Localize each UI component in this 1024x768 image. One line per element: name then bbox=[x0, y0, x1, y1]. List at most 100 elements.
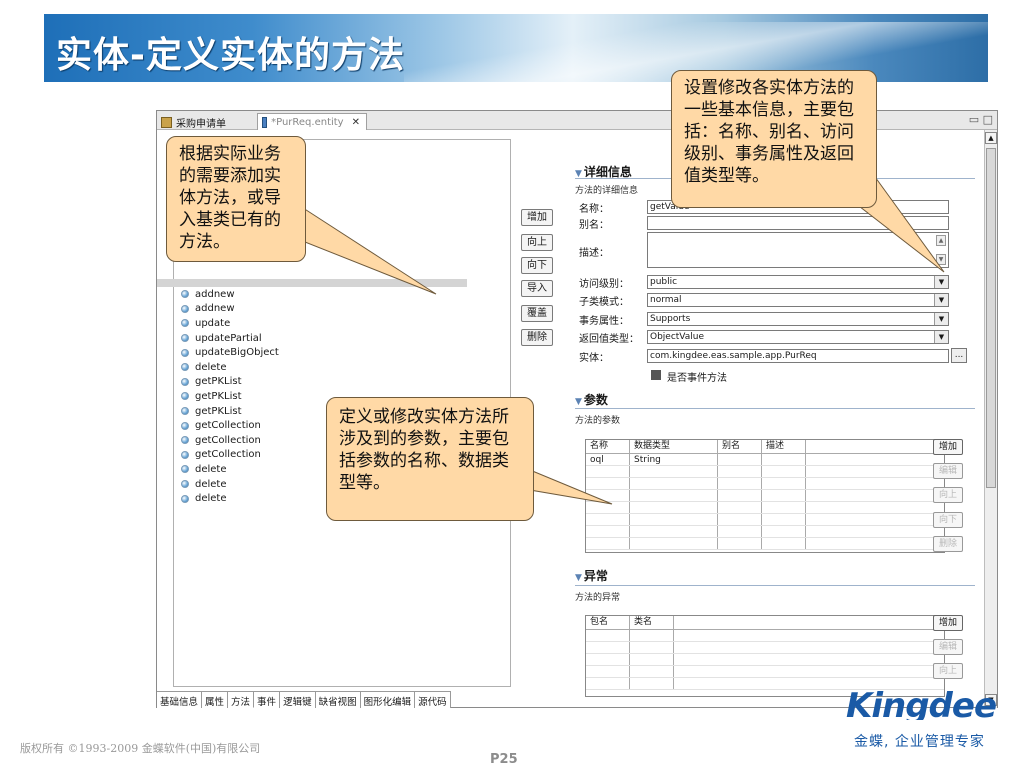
transaction-select[interactable]: Supports ▼ bbox=[647, 312, 949, 326]
tab-events[interactable]: 事件 bbox=[254, 692, 281, 708]
event-method-checkbox[interactable] bbox=[651, 370, 661, 380]
collapse-icon[interactable]: ▼ bbox=[575, 573, 582, 583]
tab-purchase-request[interactable]: 采购申请单 bbox=[157, 113, 252, 130]
scroll-up-icon[interactable]: ▲ bbox=[936, 235, 946, 246]
edit-exception-button[interactable]: 编辑 bbox=[933, 639, 963, 655]
subclass-select[interactable]: normal ▼ bbox=[647, 293, 949, 307]
method-icon bbox=[181, 363, 189, 372]
entity-label: 实体： bbox=[579, 353, 609, 364]
table-row[interactable]: oql String bbox=[586, 454, 944, 466]
exceptions-section-title[interactable]: ▼ 异常 bbox=[575, 567, 608, 584]
folder-icon bbox=[161, 116, 172, 128]
logo-slogan: 金蝶, 企业管理专家 bbox=[854, 734, 985, 750]
list-item[interactable]: getPKList bbox=[181, 375, 467, 390]
alias-field[interactable] bbox=[647, 216, 949, 230]
tab-logic-keys[interactable]: 逻辑键 bbox=[280, 692, 316, 708]
list-item[interactable]: updateBigObject bbox=[181, 345, 467, 360]
params-table[interactable]: 名称 数据类型 别名 描述 oql String bbox=[585, 439, 945, 553]
description-scrollbar[interactable]: ▲ ▼ bbox=[936, 235, 946, 265]
method-icon bbox=[181, 290, 189, 299]
dropdown-arrow-icon[interactable]: ▼ bbox=[934, 313, 948, 325]
add-param-button[interactable]: 增加 bbox=[933, 439, 963, 455]
browse-button[interactable]: ... bbox=[951, 348, 967, 363]
table-row[interactable] bbox=[586, 538, 944, 550]
section-divider bbox=[575, 408, 975, 409]
name-label: 名称： bbox=[579, 204, 609, 215]
param-down-button[interactable]: 向下 bbox=[933, 512, 963, 528]
table-row[interactable] bbox=[586, 666, 944, 678]
column-header[interactable]: 包名 bbox=[586, 616, 630, 629]
column-header[interactable]: 描述 bbox=[762, 440, 806, 453]
editor-bottom-tabs: 基础信息 属性 方法 事件 逻辑键 缺省视图 图形化编辑 源代码 bbox=[157, 691, 451, 708]
column-header[interactable]: 别名 bbox=[718, 440, 762, 453]
list-item[interactable]: updatePartial bbox=[181, 331, 467, 346]
list-item[interactable]: delete bbox=[181, 360, 467, 375]
column-header[interactable]: 名称 bbox=[586, 440, 630, 453]
table-row[interactable] bbox=[586, 514, 944, 526]
tab-default-view[interactable]: 缺省视图 bbox=[316, 692, 361, 708]
tab-properties[interactable]: 属性 bbox=[202, 692, 229, 708]
event-method-label: 是否事件方法 bbox=[667, 373, 727, 384]
tab-source-code[interactable]: 源代码 bbox=[415, 692, 451, 708]
method-icon bbox=[181, 392, 189, 401]
table-row[interactable] bbox=[586, 466, 944, 478]
import-button[interactable]: 导入 bbox=[521, 280, 553, 297]
page-number: P25 bbox=[490, 752, 518, 767]
column-header[interactable]: 数据类型 bbox=[630, 440, 718, 453]
minimize-icon[interactable]: ▭ bbox=[969, 113, 979, 126]
table-row[interactable] bbox=[586, 526, 944, 538]
dropdown-arrow-icon[interactable]: ▼ bbox=[934, 276, 948, 288]
vertical-scrollbar[interactable]: ▲ ▼ bbox=[984, 130, 997, 708]
dropdown-arrow-icon[interactable]: ▼ bbox=[934, 294, 948, 306]
method-icon bbox=[181, 421, 189, 430]
table-row[interactable] bbox=[586, 478, 944, 490]
edit-param-button[interactable]: 编辑 bbox=[933, 463, 963, 479]
dropdown-arrow-icon[interactable]: ▼ bbox=[934, 331, 948, 343]
table-row[interactable] bbox=[586, 654, 944, 666]
scroll-down-icon[interactable]: ▼ bbox=[936, 254, 946, 265]
scroll-up-icon[interactable]: ▲ bbox=[985, 132, 997, 144]
list-item[interactable]: addnew bbox=[181, 302, 467, 317]
subclass-label: 子类模式： bbox=[579, 297, 629, 308]
tab-methods[interactable]: 方法 bbox=[228, 692, 255, 708]
delete-param-button[interactable]: 删除 bbox=[933, 536, 963, 552]
table-row[interactable] bbox=[586, 642, 944, 654]
list-item[interactable]: update bbox=[181, 316, 467, 331]
list-item[interactable]: addnew bbox=[181, 287, 467, 302]
exception-up-button[interactable]: 向上 bbox=[933, 663, 963, 679]
alias-label: 别名： bbox=[579, 220, 609, 231]
table-row[interactable] bbox=[586, 630, 944, 642]
list-item-selected[interactable] bbox=[157, 279, 467, 287]
add-method-button[interactable]: 增加 bbox=[521, 209, 553, 226]
tab-label: 采购申请单 bbox=[176, 118, 226, 130]
maximize-icon[interactable]: □ bbox=[983, 113, 993, 126]
collapse-icon[interactable]: ▼ bbox=[575, 397, 582, 407]
entity-field[interactable]: com.kingdee.eas.sample.app.PurReq bbox=[647, 349, 949, 363]
move-down-button[interactable]: 向下 bbox=[521, 257, 553, 274]
move-up-button[interactable]: 向上 bbox=[521, 234, 553, 251]
callout-add-method: 根据实际业务的需要添加实体方法，或导入基类已有的方法。 bbox=[166, 136, 306, 262]
return-type-select[interactable]: ObjectValue ▼ bbox=[647, 330, 949, 344]
column-header[interactable]: 类名 bbox=[630, 616, 674, 629]
exceptions-section-sub: 方法的异常 bbox=[575, 593, 621, 603]
add-exception-button[interactable]: 增加 bbox=[933, 615, 963, 631]
params-section-title[interactable]: ▼ 参数 bbox=[575, 391, 608, 408]
param-up-button[interactable]: 向上 bbox=[933, 487, 963, 503]
table-cell bbox=[762, 454, 806, 465]
exceptions-table[interactable]: 包名 类名 bbox=[585, 615, 945, 697]
close-icon[interactable]: ✕ bbox=[352, 117, 360, 128]
table-row[interactable] bbox=[586, 490, 944, 502]
override-button[interactable]: 覆盖 bbox=[521, 305, 553, 322]
table-header: 名称 数据类型 别名 描述 bbox=[586, 440, 944, 454]
access-select[interactable]: public ▼ bbox=[647, 275, 949, 289]
description-field[interactable]: ▲ ▼ bbox=[647, 232, 949, 268]
tab-label: *PurReq.entity bbox=[271, 117, 344, 128]
table-row[interactable] bbox=[586, 502, 944, 514]
scroll-thumb[interactable] bbox=[986, 148, 996, 488]
tab-purreq-entity[interactable]: *PurReq.entity ✕ bbox=[257, 113, 367, 130]
window-controls[interactable]: ▭ □ bbox=[969, 113, 993, 126]
delete-method-button[interactable]: 删除 bbox=[521, 329, 553, 346]
tab-graphical-edit[interactable]: 图形化编辑 bbox=[361, 692, 416, 708]
tab-basic-info[interactable]: 基础信息 bbox=[157, 692, 203, 708]
method-icon bbox=[181, 465, 189, 474]
